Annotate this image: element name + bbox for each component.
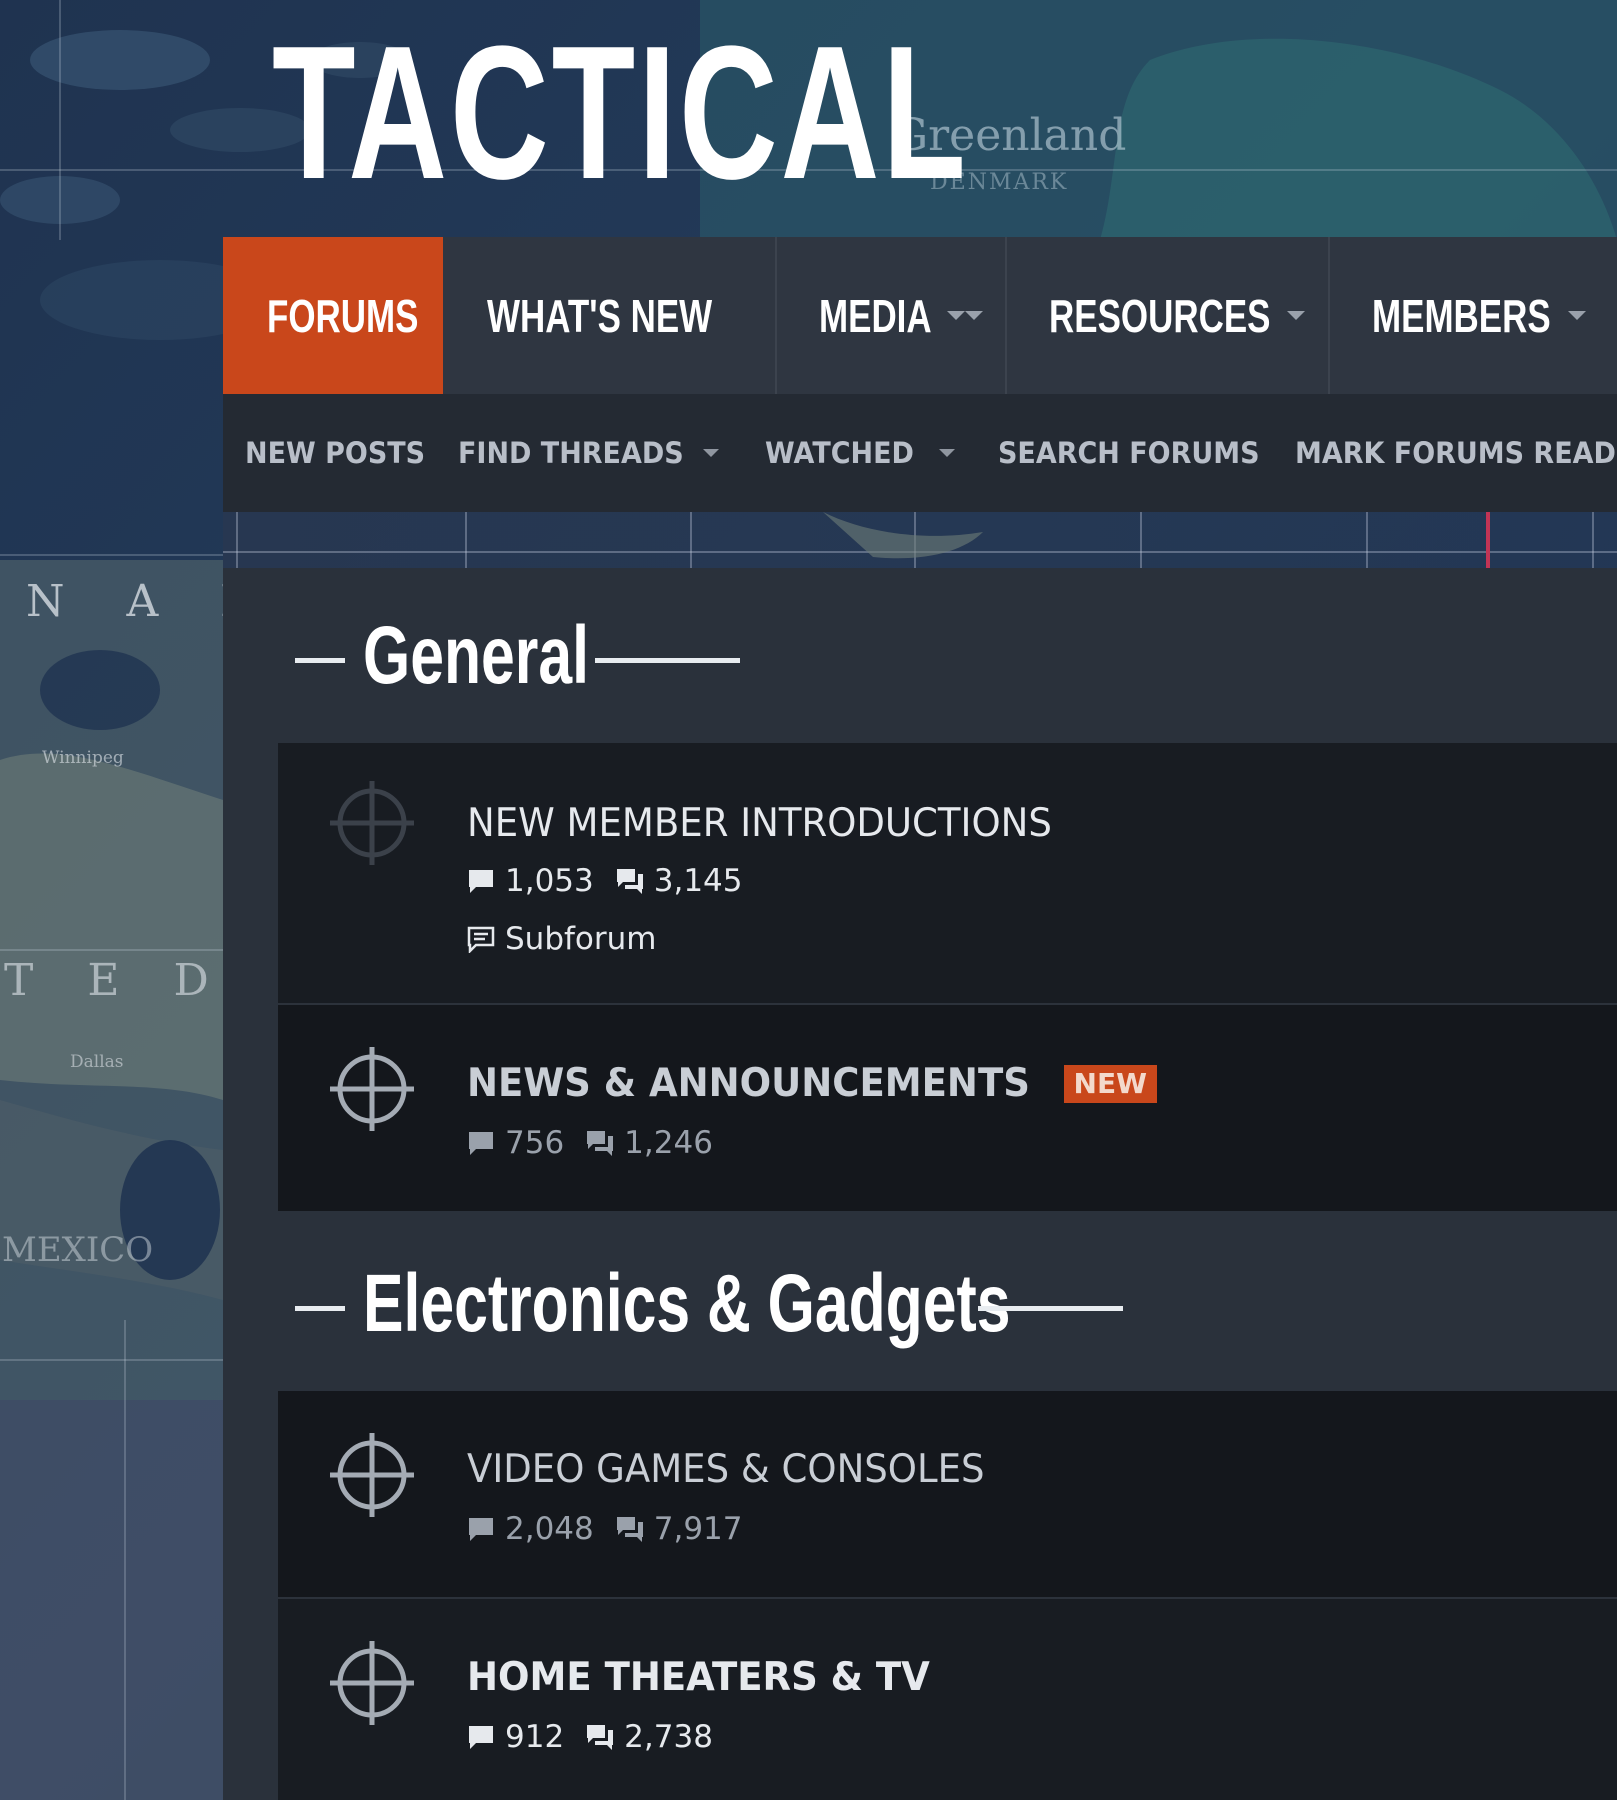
primary-nav: FORUMS WHAT'S NEW MEDIA RESOURCES MEMBER…	[223, 237, 1617, 394]
forum-title-text: NEW MEMBER INTRODUCTIONS	[467, 801, 1052, 846]
threads-icon	[469, 870, 493, 893]
forum-title-text: HOME THEATERS & TV	[467, 1655, 930, 1700]
new-badge: NEW	[1063, 1064, 1157, 1103]
subnav-watched-label: WATCHED	[765, 436, 914, 470]
map-strip-grid	[223, 512, 1617, 568]
tab-whats-new-label: WHAT'S NEW	[487, 289, 713, 342]
messages-count: 2,738	[624, 1719, 713, 1755]
threads-icon	[469, 1132, 493, 1155]
forum-node-news-announcements: NEWS & ANNOUNCEMENTS NEW 756 1,246	[278, 1005, 1617, 1211]
crosshair-icon	[330, 1047, 414, 1131]
chevron-down-icon[interactable]	[939, 449, 955, 457]
tab-whats-new[interactable]: WHAT'S NEW	[443, 237, 965, 394]
crosshair-icon	[330, 1641, 414, 1725]
threads-icon	[469, 1518, 493, 1541]
messages-count: 1,246	[624, 1125, 713, 1161]
threads-icon	[469, 1726, 493, 1749]
forum-title[interactable]: NEWS & ANNOUNCEMENTS NEW	[467, 1061, 1157, 1106]
subforum-label: Subforum	[505, 921, 657, 957]
forum-node-video-games-consoles: VIDEO GAMES & CONSOLES 2,048 7,917	[278, 1391, 1617, 1597]
subnav-search-forums[interactable]: SEARCH FORUMS	[998, 394, 1279, 512]
subnav-find-threads-label: FIND THREADS	[458, 436, 684, 470]
tab-forums-label: FORUMS	[267, 289, 419, 342]
subnav-watched[interactable]: WATCHED	[765, 394, 965, 512]
category-dash	[295, 658, 345, 663]
messages-count: 7,917	[653, 1511, 743, 1547]
messages-icon	[587, 1131, 614, 1156]
forum-node-home-theaters-tv: HOME THEATERS & TV 912 2,738	[278, 1599, 1617, 1800]
secondary-nav: NEW POSTS FIND THREADS WATCHED SEARCH FO…	[223, 394, 1617, 512]
subnav-mark-forums-read[interactable]: MARK FORUMS READ	[1295, 394, 1617, 512]
chevron-down-icon[interactable]	[1287, 311, 1305, 320]
messages-icon	[616, 869, 643, 894]
forum-title-text: NEWS & ANNOUNCEMENTS	[467, 1061, 1030, 1106]
site-logo[interactable]: TACTICAL	[272, 18, 969, 208]
forum-node-new-member-introductions: NEW MEMBER INTRODUCTIONS 1,053 3,145 Sub…	[278, 743, 1617, 1003]
forum-stats: 756 1,246	[467, 1125, 735, 1161]
category-title[interactable]: Electronics & Gadgets	[363, 1263, 1010, 1345]
category-title[interactable]: General	[363, 615, 589, 697]
forum-stats: 2,048 7,917	[467, 1511, 765, 1547]
forum-title[interactable]: VIDEO GAMES & CONSOLES	[467, 1447, 1012, 1492]
messages-icon	[616, 1517, 643, 1542]
tab-forums[interactable]: FORUMS	[223, 237, 443, 394]
category-dash	[295, 1306, 345, 1311]
chevron-down-icon[interactable]	[703, 449, 719, 457]
category-line	[595, 658, 740, 663]
category-header-general: General	[223, 615, 1617, 705]
messages-icon	[587, 1725, 614, 1750]
forum-title[interactable]: HOME THEATERS & TV	[467, 1655, 954, 1700]
tab-resources-label: RESOURCES	[1049, 289, 1271, 342]
threads-count: 1,053	[505, 863, 594, 899]
subnav-find-threads[interactable]: FIND THREADS	[458, 394, 728, 512]
threads-count: 756	[505, 1125, 565, 1161]
tab-resources[interactable]: RESOURCES	[1007, 237, 1330, 394]
chevron-down-icon[interactable]	[965, 311, 983, 320]
map-strip	[223, 512, 1617, 568]
threads-count: 2,048	[505, 1511, 594, 1547]
category-header-electronics-gadgets: Electronics & Gadgets	[223, 1263, 1617, 1353]
category-line	[978, 1306, 1123, 1311]
subnav-new-posts[interactable]: NEW POSTS	[245, 394, 439, 512]
messages-count: 3,145	[653, 863, 743, 899]
subforum-icon	[467, 926, 495, 953]
threads-count: 912	[505, 1719, 565, 1755]
map-label-mexico: MEXICO	[2, 1230, 154, 1270]
subnav-new-posts-label: NEW POSTS	[245, 436, 426, 470]
crosshair-icon	[330, 1433, 414, 1517]
crosshair-icon	[330, 781, 414, 865]
tab-members-label: MEMBERS	[1372, 289, 1551, 342]
subnav-mark-forums-read-label: MARK FORUMS READ	[1295, 436, 1616, 470]
subforum-link[interactable]: Subforum	[467, 921, 656, 957]
tab-media[interactable]: MEDIA	[777, 237, 1007, 394]
map-label-dallas: Dallas	[70, 1052, 124, 1072]
tab-members[interactable]: MEMBERS	[1330, 237, 1617, 394]
tab-media-label: MEDIA	[819, 289, 932, 342]
forum-list: General NEW MEMBER INTRODUCTIONS 1,053 3…	[223, 568, 1617, 1800]
forum-title[interactable]: NEW MEMBER INTRODUCTIONS	[467, 801, 1083, 846]
forum-stats: 912 2,738	[467, 1719, 735, 1755]
subnav-search-forums-label: SEARCH FORUMS	[998, 436, 1260, 470]
map-label-winnipeg: Winnipeg	[42, 748, 124, 768]
chevron-down-icon[interactable]	[1568, 311, 1586, 320]
forum-stats: 1,053 3,145	[467, 863, 765, 899]
forum-title-text: VIDEO GAMES & CONSOLES	[467, 1447, 985, 1492]
